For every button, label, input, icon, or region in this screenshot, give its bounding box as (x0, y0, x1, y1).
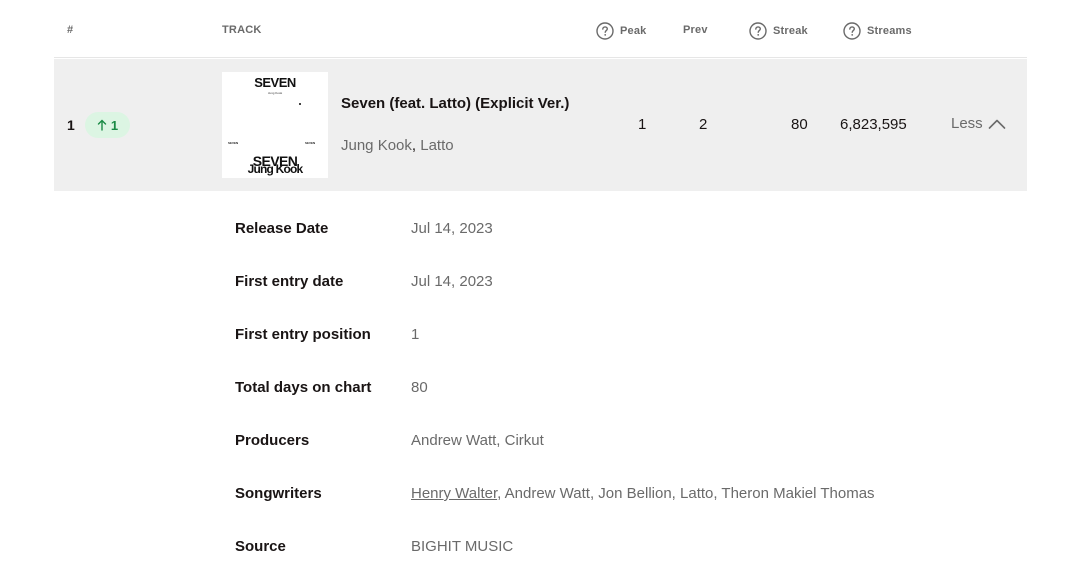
header-peak: Peak (596, 22, 647, 40)
detail-total-days: Total days on chart 80 (0, 379, 1080, 409)
less-label: Less (951, 115, 983, 132)
table-row[interactable]: 1 1 SEVEN Jung Kook SEVEN SEVEN SEVEN Ju… (54, 59, 1027, 191)
less-toggle-button[interactable]: Less (951, 115, 1006, 132)
detail-value: 1 (411, 326, 420, 343)
detail-label: Source (235, 538, 286, 555)
question-circle-icon[interactable] (843, 22, 861, 40)
detail-value: Henry Walter, Andrew Watt, Jon Bellion, … (411, 485, 875, 502)
cover-small-right: SEVEN (305, 141, 316, 145)
songwriter-link[interactable]: Henry Walter (411, 485, 497, 502)
detail-label: First entry position (235, 326, 371, 343)
detail-label: Producers (235, 432, 310, 449)
header-divider (54, 57, 1027, 58)
header-track: TRACK (222, 24, 262, 36)
cover-title: SEVEN (254, 75, 296, 90)
artist-link[interactable]: Jung Kook (341, 137, 412, 154)
movement-value: 1 (110, 117, 119, 133)
question-circle-icon[interactable] (596, 22, 614, 40)
album-cover[interactable]: SEVEN Jung Kook SEVEN SEVEN SEVEN Jung K… (222, 72, 328, 178)
cover-small-left: SEVEN (228, 141, 239, 145)
cover-dot (299, 103, 301, 105)
header-streak-label: Streak (773, 25, 808, 37)
detail-songwriters: Songwriters Henry Walter, Andrew Watt, J… (0, 485, 1080, 515)
header-rank: # (67, 24, 74, 36)
detail-producers: Producers Andrew Watt, Cirkut (0, 432, 1080, 462)
peak-value: 1 (638, 116, 647, 133)
detail-value: Jul 14, 2023 (411, 220, 493, 237)
header-streams: Streams (843, 22, 912, 40)
streak-value: 80 (791, 116, 808, 133)
detail-label: Songwriters (235, 485, 322, 502)
cover-subtitle: Jung Kook (267, 91, 283, 95)
cover-bottom-artist: Jung Kook (247, 162, 304, 176)
artist-separator: , (411, 137, 421, 154)
detail-label: Release Date (235, 220, 329, 237)
question-circle-icon[interactable] (749, 22, 767, 40)
detail-first-entry-position: First entry position 1 (0, 326, 1080, 356)
header-prev: Prev (683, 24, 708, 36)
movement-badge: 1 (85, 112, 130, 138)
detail-source: Source BIGHIT MUSIC (0, 538, 1080, 568)
header-streak: Streak (749, 22, 808, 40)
chevron-up-icon (988, 119, 1005, 129)
streams-value: 6,823,595 (840, 116, 907, 133)
detail-value: Jul 14, 2023 (411, 273, 493, 290)
header-peak-label: Peak (620, 25, 647, 37)
songwriter-others: , Andrew Watt, Jon Bellion, Latto, Thero… (497, 485, 875, 502)
chart-header: # TRACK Peak Prev Streak Streams (0, 0, 1080, 58)
arrow-up-icon (97, 119, 107, 131)
detail-value: Andrew Watt, Cirkut (411, 432, 544, 449)
rank-number: 1 (67, 117, 75, 133)
prev-value: 2 (699, 116, 708, 133)
detail-first-entry-date: First entry date Jul 14, 2023 (0, 273, 1080, 303)
detail-value: BIGHIT MUSIC (411, 538, 514, 555)
detail-label: Total days on chart (235, 379, 372, 396)
header-streams-label: Streams (867, 25, 912, 37)
track-artists: Jung Kook, Latto (341, 137, 454, 154)
detail-release-date: Release Date Jul 14, 2023 (0, 220, 1080, 250)
artist-link[interactable]: Latto (420, 137, 453, 154)
detail-value: 80 (411, 379, 428, 396)
detail-label: First entry date (235, 273, 344, 290)
track-title[interactable]: Seven (feat. Latto) (Explicit Ver.) (341, 93, 571, 115)
